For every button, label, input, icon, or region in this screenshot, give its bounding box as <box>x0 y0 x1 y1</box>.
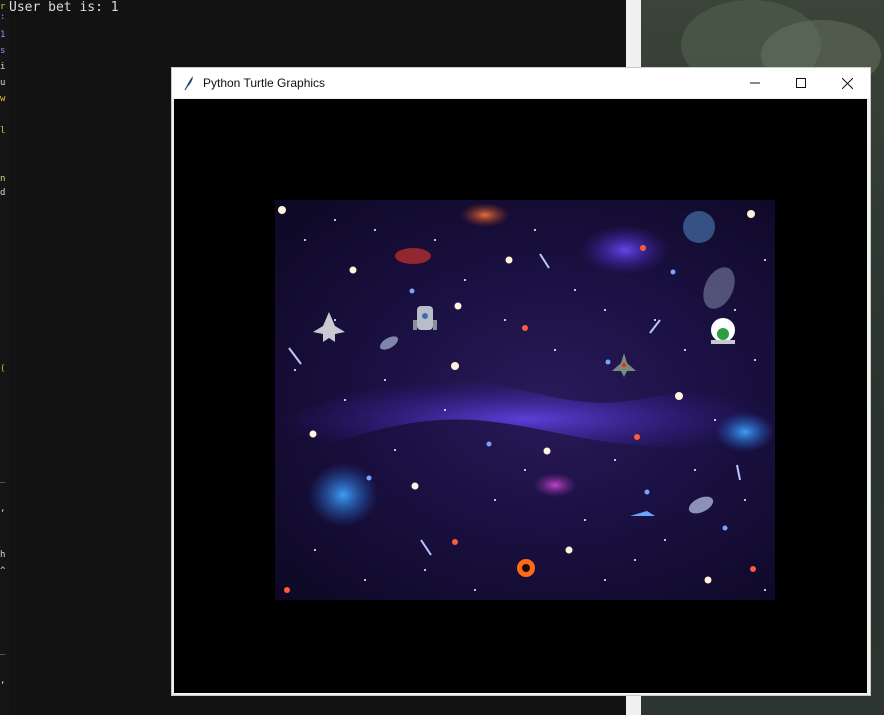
fighter-jet-sprite <box>313 312 345 342</box>
window-titlebar[interactable]: Python Turtle Graphics <box>172 68 870 98</box>
turtle-window: Python Turtle Graphics <box>171 67 871 696</box>
editor-gutter: r : 1 s i u w l n d ( _ , h ^ _ , <box>0 0 9 715</box>
pink-nebula <box>533 473 577 497</box>
alien-ufo-sprite <box>711 318 735 344</box>
close-button[interactable] <box>824 68 870 98</box>
maximize-icon <box>796 78 806 88</box>
purple-nebula <box>580 225 670 275</box>
galaxy-band <box>275 378 775 460</box>
space-background-image <box>275 200 775 600</box>
rocket-sprite <box>413 306 437 330</box>
black-hole-core <box>522 564 530 572</box>
starfighter-sprite <box>612 353 636 377</box>
window-title: Python Turtle Graphics <box>203 76 326 90</box>
small-ship-sprite <box>630 511 655 516</box>
console-output: User bet is: 1 <box>9 0 119 15</box>
star-cluster <box>683 211 715 243</box>
close-icon <box>841 77 853 89</box>
window-controls <box>732 68 870 98</box>
spiral-galaxy <box>379 336 399 350</box>
minimize-button[interactable] <box>732 68 778 98</box>
orange-nebula <box>460 203 510 227</box>
blue-nebula <box>308 463 378 527</box>
spiral-galaxy-2 <box>688 496 714 514</box>
red-nebula <box>395 248 431 264</box>
turtle-feather-icon <box>184 76 193 91</box>
blue-cluster <box>715 412 775 452</box>
spiral-galaxy-3 <box>703 267 735 309</box>
minimize-icon <box>750 82 760 84</box>
space-scene <box>275 203 775 593</box>
turtle-canvas[interactable] <box>174 99 867 693</box>
maximize-button[interactable] <box>778 68 824 98</box>
